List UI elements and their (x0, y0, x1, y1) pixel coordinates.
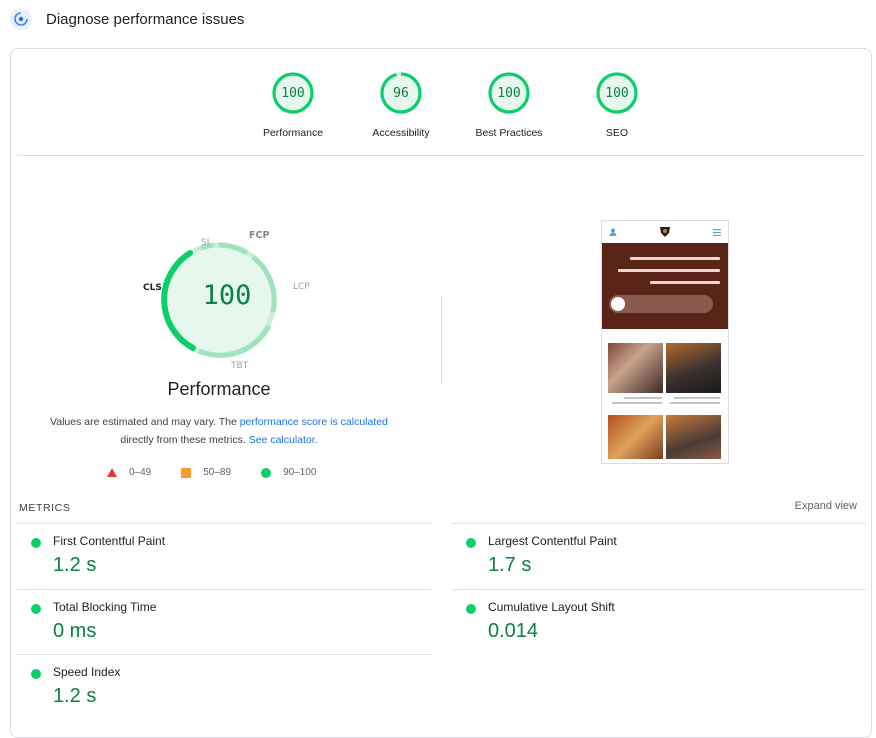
legend-average: 50–89 (181, 467, 231, 478)
thumb-caption (670, 402, 720, 404)
score-value: 100 (497, 85, 521, 101)
metric-value: 0.014 (488, 620, 539, 642)
score-value: 100 (605, 85, 629, 101)
score-ring: 100 (487, 71, 531, 115)
legend-label: 50–89 (203, 467, 232, 478)
metric-name: First Contentful Paint (53, 534, 166, 548)
search-icon (611, 297, 625, 311)
gauge-accessibility[interactable]: 96 Accessibility (347, 71, 455, 139)
note-text: directly from these metrics. (120, 434, 249, 446)
metric-name: Largest Contentful Paint (488, 534, 617, 548)
section-header: Diagnose performance issues (10, 8, 244, 30)
gauge-label: Accessibility (372, 127, 430, 139)
triangle-icon (107, 468, 117, 477)
metric-si: Speed Index 1.2 s (17, 654, 431, 719)
thumb-caption (612, 402, 662, 404)
metrics-heading: METRICS (19, 502, 71, 514)
metric-name: Total Blocking Time (53, 600, 157, 614)
gauge-best-practices[interactable]: 100 Best Practices (455, 71, 563, 139)
score-value: 100 (281, 85, 305, 101)
hero-text-line (618, 269, 720, 272)
metric-tbt: Total Blocking Time 0 ms (17, 589, 431, 654)
pass-icon (31, 604, 41, 614)
cls-label: CLS (143, 283, 162, 293)
pass-icon (31, 669, 41, 679)
score-note: Values are estimated and may vary. The p… (41, 413, 397, 449)
si-label: SI (201, 238, 210, 248)
phone-search-bar (609, 295, 713, 313)
performance-score: 100 (202, 280, 252, 311)
thumb-image (608, 415, 663, 459)
report-card: 100 Performance 96 Accessibility 100 Bes… (10, 48, 872, 738)
hero-text-line (630, 257, 720, 260)
performance-score-link[interactable]: performance score is calculated (240, 416, 388, 428)
thumb-caption (674, 397, 720, 399)
metric-fcp: First Contentful Paint 1.2 s (17, 523, 431, 588)
see-calculator-link[interactable]: See calculator. (249, 434, 318, 446)
hero-text-line (650, 281, 720, 284)
metric-lcp: Largest Contentful Paint 1.7 s (452, 523, 866, 588)
logo-icon (660, 227, 670, 237)
pass-icon (466, 538, 476, 548)
metric-name: Speed Index (53, 665, 121, 679)
thumb-image (666, 343, 721, 393)
fcp-label: FCP (249, 230, 270, 241)
lighthouse-icon (10, 8, 32, 30)
metric-value: 1.7 s (488, 554, 532, 576)
score-value: 96 (393, 85, 409, 101)
gauge-label: SEO (605, 127, 629, 139)
metric-value: 1.2 s (53, 685, 97, 707)
note-text: Values are estimated and may vary. The (50, 416, 240, 428)
final-screenshot[interactable] (601, 220, 729, 464)
score-legend: 0–49 50–89 90–100 (107, 467, 346, 478)
thumb-image (608, 343, 663, 393)
vertical-divider (441, 295, 442, 385)
gauge-performance[interactable]: 100 Performance (239, 71, 347, 139)
gauge-seo[interactable]: 100 SEO (563, 71, 671, 139)
performance-gauge: 100 FCP SI LCP TBT CLS (135, 224, 310, 384)
category-gauges: 100 Performance 96 Accessibility 100 Bes… (239, 71, 671, 139)
legend-fail: 0–49 (107, 467, 151, 478)
phone-topbar (602, 221, 728, 243)
user-icon (609, 228, 617, 236)
score-ring: 100 (595, 71, 639, 115)
tbt-label: TBT (231, 361, 249, 371)
square-icon (181, 467, 192, 478)
gauge-label: Best Practices (475, 127, 543, 139)
gauge-label: Performance (262, 127, 324, 139)
circle-icon (261, 467, 272, 478)
lcp-label: LCP (293, 282, 310, 292)
performance-title: Performance (167, 379, 271, 399)
metric-cls: Cumulative Layout Shift 0.014 (452, 589, 866, 654)
expand-view-toggle[interactable]: Expand view (795, 500, 857, 512)
thumb-image (666, 415, 721, 459)
divider (17, 155, 865, 156)
legend-label: 90–100 (283, 467, 317, 478)
legend-pass: 90–100 (261, 467, 316, 478)
score-ring: 100 (271, 71, 315, 115)
metric-value: 1.2 s (53, 554, 97, 576)
metric-value: 0 ms (53, 620, 97, 642)
section-title: Diagnose performance issues (46, 10, 245, 28)
pass-icon (31, 538, 41, 548)
legend-label: 0–49 (129, 467, 152, 478)
thumb-caption (624, 397, 662, 399)
metric-name: Cumulative Layout Shift (488, 600, 615, 614)
score-ring: 96 (379, 71, 423, 115)
menu-icon (713, 228, 721, 236)
pass-icon (466, 604, 476, 614)
phone-hero-banner (602, 243, 728, 329)
